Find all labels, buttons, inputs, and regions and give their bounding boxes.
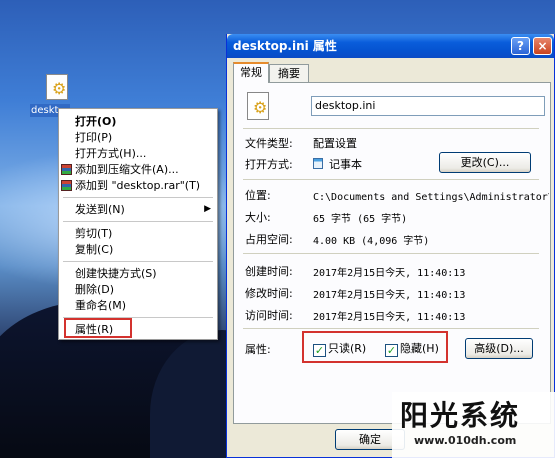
gear-icon: ⚙: [52, 79, 67, 98]
modified-label: 修改时间:: [245, 287, 293, 300]
menu-item-open[interactable]: 打开(O): [59, 113, 217, 130]
menu-item-rename[interactable]: 重命名(M): [59, 297, 217, 314]
help-button[interactable]: ?: [511, 37, 530, 55]
created-value: 2017年2月15日今天, 11:40:13: [313, 268, 466, 279]
filename-field[interactable]: desktop.ini: [311, 96, 545, 116]
opens-with-label: 打开方式:: [245, 158, 293, 171]
menu-item-add-archive-label: 添加到压缩文件(A)...: [75, 163, 179, 176]
size-on-disk-label: 占用空间:: [245, 233, 293, 246]
file-type-label: 文件类型:: [245, 137, 293, 150]
properties-highlight-box: [64, 318, 132, 338]
winrar-icon: [61, 180, 72, 191]
opens-with-value: 记事本: [313, 156, 362, 172]
watermark-url: www.010dh.com: [414, 434, 517, 447]
menu-separator: [63, 221, 213, 222]
divider: [243, 328, 539, 329]
watermark: 阳光系统 www.010dh.com: [392, 392, 555, 458]
size-value: 65 字节 (65 字节): [313, 214, 408, 225]
created-label: 创建时间:: [245, 265, 293, 278]
window-titlebar[interactable]: desktop.ini 属性: [227, 34, 554, 58]
opens-with-text: 记事本: [329, 158, 362, 171]
location-label: 位置:: [245, 189, 271, 202]
watermark-title: 阳光系统: [400, 399, 521, 432]
submenu-arrow-icon: ▶: [204, 204, 211, 214]
tab-summary[interactable]: 摘要: [269, 64, 309, 82]
file-type-value: 配置设置: [313, 137, 357, 150]
context-menu: 打开(O) 打印(P) 打开方式(H)... 添加到压缩文件(A)... 添加到…: [58, 108, 218, 340]
menu-item-send-to-label: 发送到(N): [75, 203, 125, 216]
attributes-label: 属性:: [245, 343, 271, 356]
menu-item-add-to-rar-label: 添加到 "desktop.rar"(T): [75, 179, 201, 192]
winrar-icon: [61, 164, 72, 175]
menu-item-copy[interactable]: 复制(C): [59, 241, 217, 258]
accessed-label: 访问时间:: [245, 309, 293, 322]
size-label: 大小:: [245, 211, 271, 224]
menu-separator: [63, 261, 213, 262]
advanced-button[interactable]: 高级(D)...: [465, 338, 533, 359]
tab-general[interactable]: 常规: [233, 62, 269, 83]
gear-icon: ⚙: [253, 98, 268, 117]
menu-item-create-shortcut[interactable]: 创建快捷方式(S): [59, 265, 217, 282]
divider: [243, 128, 539, 129]
accessed-value: 2017年2月15日今天, 11:40:13: [313, 312, 466, 323]
modified-value: 2017年2月15日今天, 11:40:13: [313, 290, 466, 301]
notepad-icon: [313, 158, 323, 169]
file-type-icon: ⚙: [247, 92, 273, 122]
close-button[interactable]: ×: [533, 37, 552, 55]
menu-item-send-to[interactable]: 发送到(N) ▶: [59, 201, 217, 218]
divider: [243, 253, 539, 254]
menu-separator: [63, 197, 213, 198]
menu-item-cut[interactable]: 剪切(T): [59, 225, 217, 242]
menu-item-open-with[interactable]: 打开方式(H)...: [59, 145, 217, 162]
change-button[interactable]: 更改(C)...: [439, 152, 531, 173]
attributes-highlight-box: [302, 331, 448, 363]
menu-item-print[interactable]: 打印(P): [59, 129, 217, 146]
location-value: C:\Documents and Settings\Administrator\…: [313, 192, 549, 203]
window-title: desktop.ini 属性: [233, 39, 337, 53]
menu-item-add-to-rar[interactable]: 添加到 "desktop.rar"(T): [59, 177, 217, 194]
desktop-file-icon[interactable]: ⚙: [46, 74, 72, 102]
size-on-disk-value: 4.00 KB (4,096 字节): [313, 236, 430, 247]
menu-item-add-archive[interactable]: 添加到压缩文件(A)...: [59, 161, 217, 178]
divider: [243, 179, 539, 180]
menu-item-delete[interactable]: 删除(D): [59, 281, 217, 298]
